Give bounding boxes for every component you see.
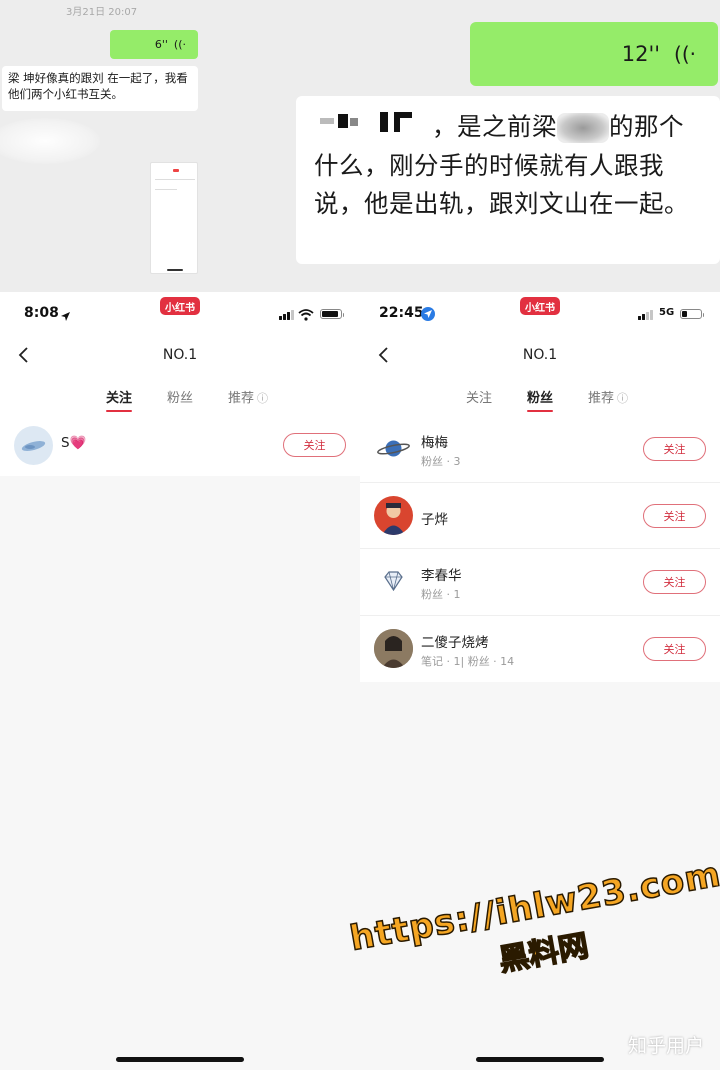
page-title: NO.1 [162, 347, 198, 363]
user-name: 二傻子烧烤 [421, 634, 489, 651]
tab-underline [527, 410, 554, 412]
blurred-sticker [0, 118, 100, 164]
home-indicator [116, 1057, 244, 1062]
follow-button[interactable]: 关注 [643, 636, 706, 661]
nav-bar: NO.1 [360, 336, 720, 376]
list-item[interactable]: 子烨 关注 [360, 483, 720, 549]
tab-bar: 关注 粉丝 推荐 ⓘ [360, 376, 720, 416]
avatar[interactable] [374, 628, 413, 668]
tab-recommend[interactable]: 推荐 ⓘ [228, 387, 268, 406]
image-message-thumbnail[interactable] [150, 162, 198, 274]
message-text-part1: ，是之前梁 [432, 112, 557, 141]
zhihu-credit: 知乎用户 [627, 1035, 704, 1057]
blurred-word [557, 113, 609, 143]
planet-icon[interactable] [374, 429, 413, 468]
left-phone-screen: 8:08 小红书 NO.1 关注 粉丝 推荐 ⓘ S💗 关注 [0, 292, 360, 1070]
chat-message-right[interactable]: ，是之前梁 的那个什么，刚分手的时候就有人跟我说，他是出轨，跟刘文山在一起。 [296, 96, 720, 264]
tab-label: 推荐 [228, 391, 255, 406]
battery-icon [320, 309, 344, 319]
chat-message-left[interactable]: 梁 坤好像真的跟刘 在一起了，我看他们两个小红书互关。 [2, 66, 198, 111]
status-time: 22:45 [379, 305, 424, 321]
location-arrow-icon [60, 307, 71, 326]
list-item[interactable]: 梅梅 粉丝 · 3 关注 [360, 416, 720, 483]
wifi-icon [298, 306, 314, 321]
nav-bar: NO.1 [0, 336, 360, 376]
voice-wave-icon: ((· [674, 42, 696, 66]
home-indicator [476, 1057, 604, 1062]
xiaohongshu-badge: 小红书 [520, 297, 560, 315]
user-list: 梅梅 粉丝 · 3 关注 子烨 关注 李春华 粉丝 · 1 关注 二傻子烧烤 笔… [360, 416, 720, 682]
chat-right-column: 12'' ((· ，是之前梁 的那个什么，刚分手的时候就有人跟我说，他是出轨，跟刘… [200, 0, 720, 292]
user-name: 李春华 [421, 568, 462, 584]
user-name: S💗 [61, 435, 87, 451]
tab-label: 粉丝 [527, 391, 554, 406]
tab-label: 推荐 [588, 391, 615, 406]
signal-icon [638, 310, 653, 320]
tab-following[interactable]: 关注 [466, 387, 492, 406]
user-stats: 粉丝 · 1 [421, 588, 461, 601]
tab-following[interactable]: 关注 [106, 387, 133, 412]
avatar[interactable] [14, 426, 53, 465]
voice-duration: 6'' [154, 38, 168, 51]
tab-recommend[interactable]: 推荐 ⓘ [588, 387, 628, 406]
battery-icon [680, 309, 704, 319]
list-item[interactable]: 二傻子烧烤 笔记 · 1| 粉丝 · 14 关注 [360, 616, 720, 683]
status-bar: 8:08 小红书 [0, 292, 360, 336]
tab-bar: 关注 粉丝 推荐 ⓘ [0, 376, 360, 416]
user-name: 子烨 [421, 511, 448, 528]
follow-button[interactable]: 关注 [643, 570, 706, 594]
network-type: 5G [659, 307, 675, 318]
info-icon[interactable]: ⓘ [257, 392, 268, 405]
tab-label: 粉丝 [167, 391, 194, 406]
avatar[interactable] [374, 495, 413, 535]
chat-screenshot-area: 3月21日 20:07 6'' ((· 梁 坤好像真的跟刘 在一起了，我看他们两… [0, 0, 720, 292]
user-stats: 粉丝 · 3 [421, 455, 461, 468]
voice-message-short[interactable]: 6'' ((· [110, 30, 198, 59]
xiaohongshu-badge: 小红书 [160, 297, 200, 315]
status-time: 8:08 [24, 305, 59, 321]
chat-left-column: 3月21日 20:07 6'' ((· 梁 坤好像真的跟刘 在一起了，我看他们两… [0, 0, 200, 292]
user-list: S💗 关注 [0, 416, 360, 476]
diamond-icon[interactable] [374, 562, 413, 601]
tab-fans[interactable]: 粉丝 [527, 387, 554, 412]
follow-button[interactable]: 关注 [643, 503, 706, 528]
info-icon[interactable]: ⓘ [617, 392, 628, 405]
tab-fans[interactable]: 粉丝 [167, 387, 193, 406]
list-item[interactable]: 李春华 粉丝 · 1 关注 [360, 549, 720, 616]
chat-timestamp: 3月21日 20:07 [66, 7, 138, 18]
pixelated-name [314, 109, 432, 147]
user-name: 梅梅 [421, 435, 448, 451]
voice-message-long[interactable]: 12'' ((· [470, 22, 718, 86]
voice-duration: 12'' [621, 42, 661, 66]
location-badge-icon [421, 306, 435, 325]
list-item[interactable]: S💗 关注 [0, 416, 360, 476]
signal-icon [279, 310, 294, 320]
follow-button[interactable]: 关注 [283, 433, 346, 457]
status-bar: 22:45 小红书 5G [360, 292, 720, 336]
follow-button[interactable]: 关注 [643, 437, 706, 461]
tab-label: 关注 [106, 391, 133, 406]
user-stats: 笔记 · 1| 粉丝 · 14 [421, 654, 515, 668]
tab-label: 关注 [466, 391, 493, 406]
tab-underline [106, 410, 133, 412]
voice-wave-icon: ((· [173, 38, 186, 51]
page-title: NO.1 [522, 347, 558, 363]
